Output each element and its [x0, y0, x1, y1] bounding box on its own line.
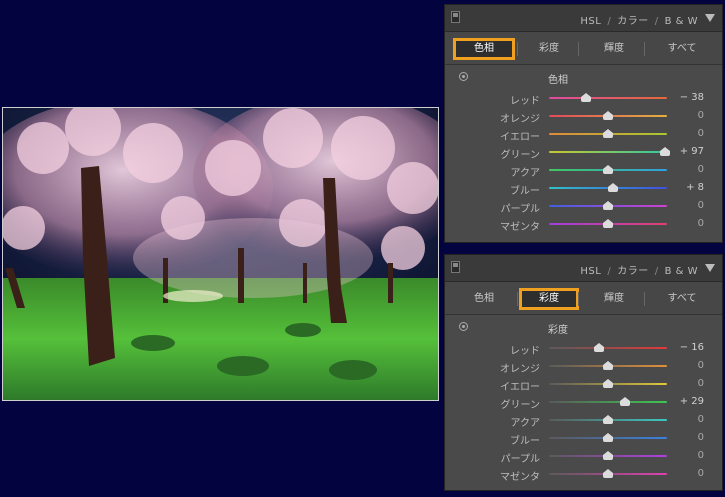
slider-row: ブルー + 8 [445, 179, 722, 197]
tab-divider [578, 42, 579, 56]
slider-row: オレンジ 0 [445, 107, 722, 125]
slider-row: アクア 0 [445, 161, 722, 179]
header-sep: / [607, 16, 612, 27]
panel-toggle-switch[interactable] [451, 11, 460, 23]
tab-saturation[interactable]: 彩度 [519, 288, 579, 310]
slider-value[interactable]: + 29 [664, 396, 704, 407]
slider-track[interactable] [549, 401, 667, 403]
slider-label: グリーン [500, 400, 541, 411]
tab-divider [517, 42, 518, 56]
slider-row: マゼンタ 0 [445, 465, 722, 483]
slider-track[interactable] [549, 97, 667, 99]
slider-list: レッド − 16 オレンジ 0 イエロー 0 グリーン + 29 アクア 0 ブルー 0 パープル 0 マゼ… [445, 335, 722, 483]
header-sep: / [607, 266, 612, 277]
tab-luminance[interactable]: 輝度 [583, 38, 645, 60]
target-adjust-icon[interactable] [459, 72, 468, 81]
tab-bar: 色相 彩度 輝度 すべて [445, 282, 722, 315]
header-hsl[interactable]: HSL [580, 16, 601, 27]
slider-label: レッド [510, 346, 540, 357]
photo-illustration [3, 108, 438, 400]
tab-hue[interactable]: 色相 [453, 288, 515, 310]
slider-value[interactable]: 0 [664, 200, 704, 211]
panel-header: HSL / カラー / B & W [445, 5, 722, 32]
slider-row: イエロー 0 [445, 375, 722, 393]
collapse-triangle-icon[interactable] [705, 264, 715, 272]
slider-value[interactable]: 0 [664, 128, 704, 139]
slider-row: レッド − 38 [445, 89, 722, 107]
slider-value[interactable]: + 97 [664, 146, 704, 157]
section-label: 色相 [548, 75, 568, 86]
slider-value[interactable]: − 38 [664, 92, 704, 103]
section-header: 色相 [445, 71, 722, 86]
slider-track[interactable] [549, 151, 667, 153]
slider-label: アクア [510, 418, 541, 429]
panel-header-titles: HSL / カラー / B & W [580, 262, 698, 277]
tab-all[interactable]: すべて [649, 288, 715, 310]
slider-label: レッド [510, 96, 540, 107]
slider-label: ブルー [510, 186, 540, 197]
section-label: 彩度 [548, 325, 568, 336]
header-hsl[interactable]: HSL [580, 266, 601, 277]
slider-row: グリーン + 29 [445, 393, 722, 411]
panel-header: HSL / カラー / B & W [445, 255, 722, 282]
slider-row: イエロー 0 [445, 125, 722, 143]
slider-row: パープル 0 [445, 447, 722, 465]
header-sep: / [654, 266, 659, 277]
slider-row: ブルー 0 [445, 429, 722, 447]
tab-saturation[interactable]: 彩度 [519, 38, 579, 60]
slider-label: ブルー [510, 436, 540, 447]
slider-value[interactable]: + 8 [664, 182, 704, 193]
slider-value[interactable]: 0 [664, 164, 704, 175]
cherry-blossom-night-photo [2, 107, 439, 401]
slider-label: グリーン [500, 150, 541, 161]
tab-divider [644, 292, 645, 306]
panel-header-titles: HSL / カラー / B & W [580, 12, 698, 27]
slider-value[interactable]: 0 [664, 378, 704, 389]
slider-label: マゼンタ [500, 472, 540, 483]
header-color[interactable]: カラー [617, 266, 649, 277]
header-bw[interactable]: B & W [665, 266, 698, 277]
tab-divider [644, 42, 645, 56]
slider-row: グリーン + 97 [445, 143, 722, 161]
slider-label: オレンジ [500, 364, 540, 375]
collapse-triangle-icon[interactable] [705, 14, 715, 22]
slider-label: アクア [510, 168, 541, 179]
slider-row: レッド − 16 [445, 339, 722, 357]
slider-value[interactable]: 0 [664, 414, 704, 425]
hsl-panel-hue: HSL / カラー / B & W 色相 彩度 輝度 すべて 色相 レッド − 38 オレンジ 0 イ… [444, 4, 723, 243]
slider-list: レッド − 38 オレンジ 0 イエロー 0 グリーン + 97 アクア 0 ブルー + 8 パープル 0… [445, 85, 722, 233]
slider-label: イエロー [500, 132, 540, 143]
tab-luminance[interactable]: 輝度 [583, 288, 645, 310]
slider-value[interactable]: 0 [664, 218, 704, 229]
slider-value[interactable]: 0 [664, 432, 704, 443]
header-bw[interactable]: B & W [665, 16, 698, 27]
panel-toggle-switch[interactable] [451, 261, 460, 273]
header-color[interactable]: カラー [617, 16, 649, 27]
slider-label: パープル [500, 204, 540, 215]
slider-row: マゼンタ 0 [445, 215, 722, 233]
tab-all[interactable]: すべて [649, 38, 715, 60]
slider-value[interactable]: − 16 [664, 342, 704, 353]
tab-bar: 色相 彩度 輝度 すべて [445, 32, 722, 65]
slider-track[interactable] [549, 347, 667, 349]
slider-row: オレンジ 0 [445, 357, 722, 375]
slider-value[interactable]: 0 [664, 450, 704, 461]
section-header: 彩度 [445, 321, 722, 336]
slider-label: オレンジ [500, 114, 540, 125]
tab-hue[interactable]: 色相 [453, 38, 515, 60]
tab-divider [578, 292, 579, 306]
slider-label: イエロー [500, 382, 540, 393]
slider-value[interactable]: 0 [664, 360, 704, 371]
slider-value[interactable]: 0 [664, 110, 704, 121]
slider-label: マゼンタ [500, 222, 540, 233]
slider-row: アクア 0 [445, 411, 722, 429]
target-adjust-icon[interactable] [459, 322, 468, 331]
hsl-panel-saturation: HSL / カラー / B & W 色相 彩度 輝度 すべて 彩度 レッド − 16 オレンジ 0 イ… [444, 254, 723, 491]
slider-row: パープル 0 [445, 197, 722, 215]
slider-value[interactable]: 0 [664, 468, 704, 479]
slider-label: パープル [500, 454, 540, 465]
header-sep: / [654, 16, 659, 27]
tab-divider [517, 292, 518, 306]
